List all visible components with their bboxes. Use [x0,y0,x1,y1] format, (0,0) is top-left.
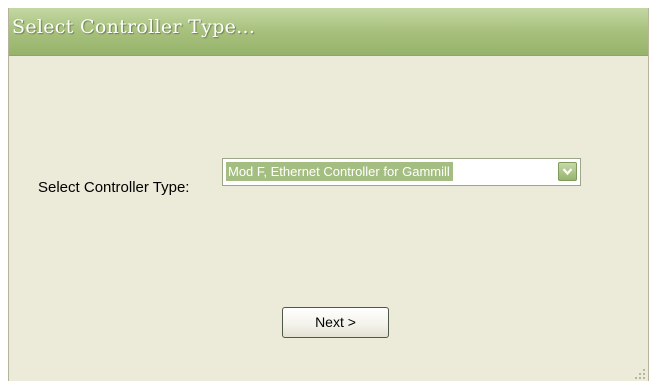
resize-grip-icon[interactable] [634,367,646,379]
chevron-down-icon[interactable] [558,162,577,181]
controller-type-dropdown[interactable]: Mod F, Ethernet Controller for Gammill [222,158,581,186]
controller-type-label: Select Controller Type: [38,179,190,196]
controller-type-dialog: Select Controller Type... Select Control… [8,8,649,381]
dialog-title: Select Controller Type... [12,16,256,38]
controller-type-selected-value: Mod F, Ethernet Controller for Gammill [226,162,453,181]
title-bar: Select Controller Type... [9,8,648,56]
next-button[interactable]: Next > [282,307,389,338]
